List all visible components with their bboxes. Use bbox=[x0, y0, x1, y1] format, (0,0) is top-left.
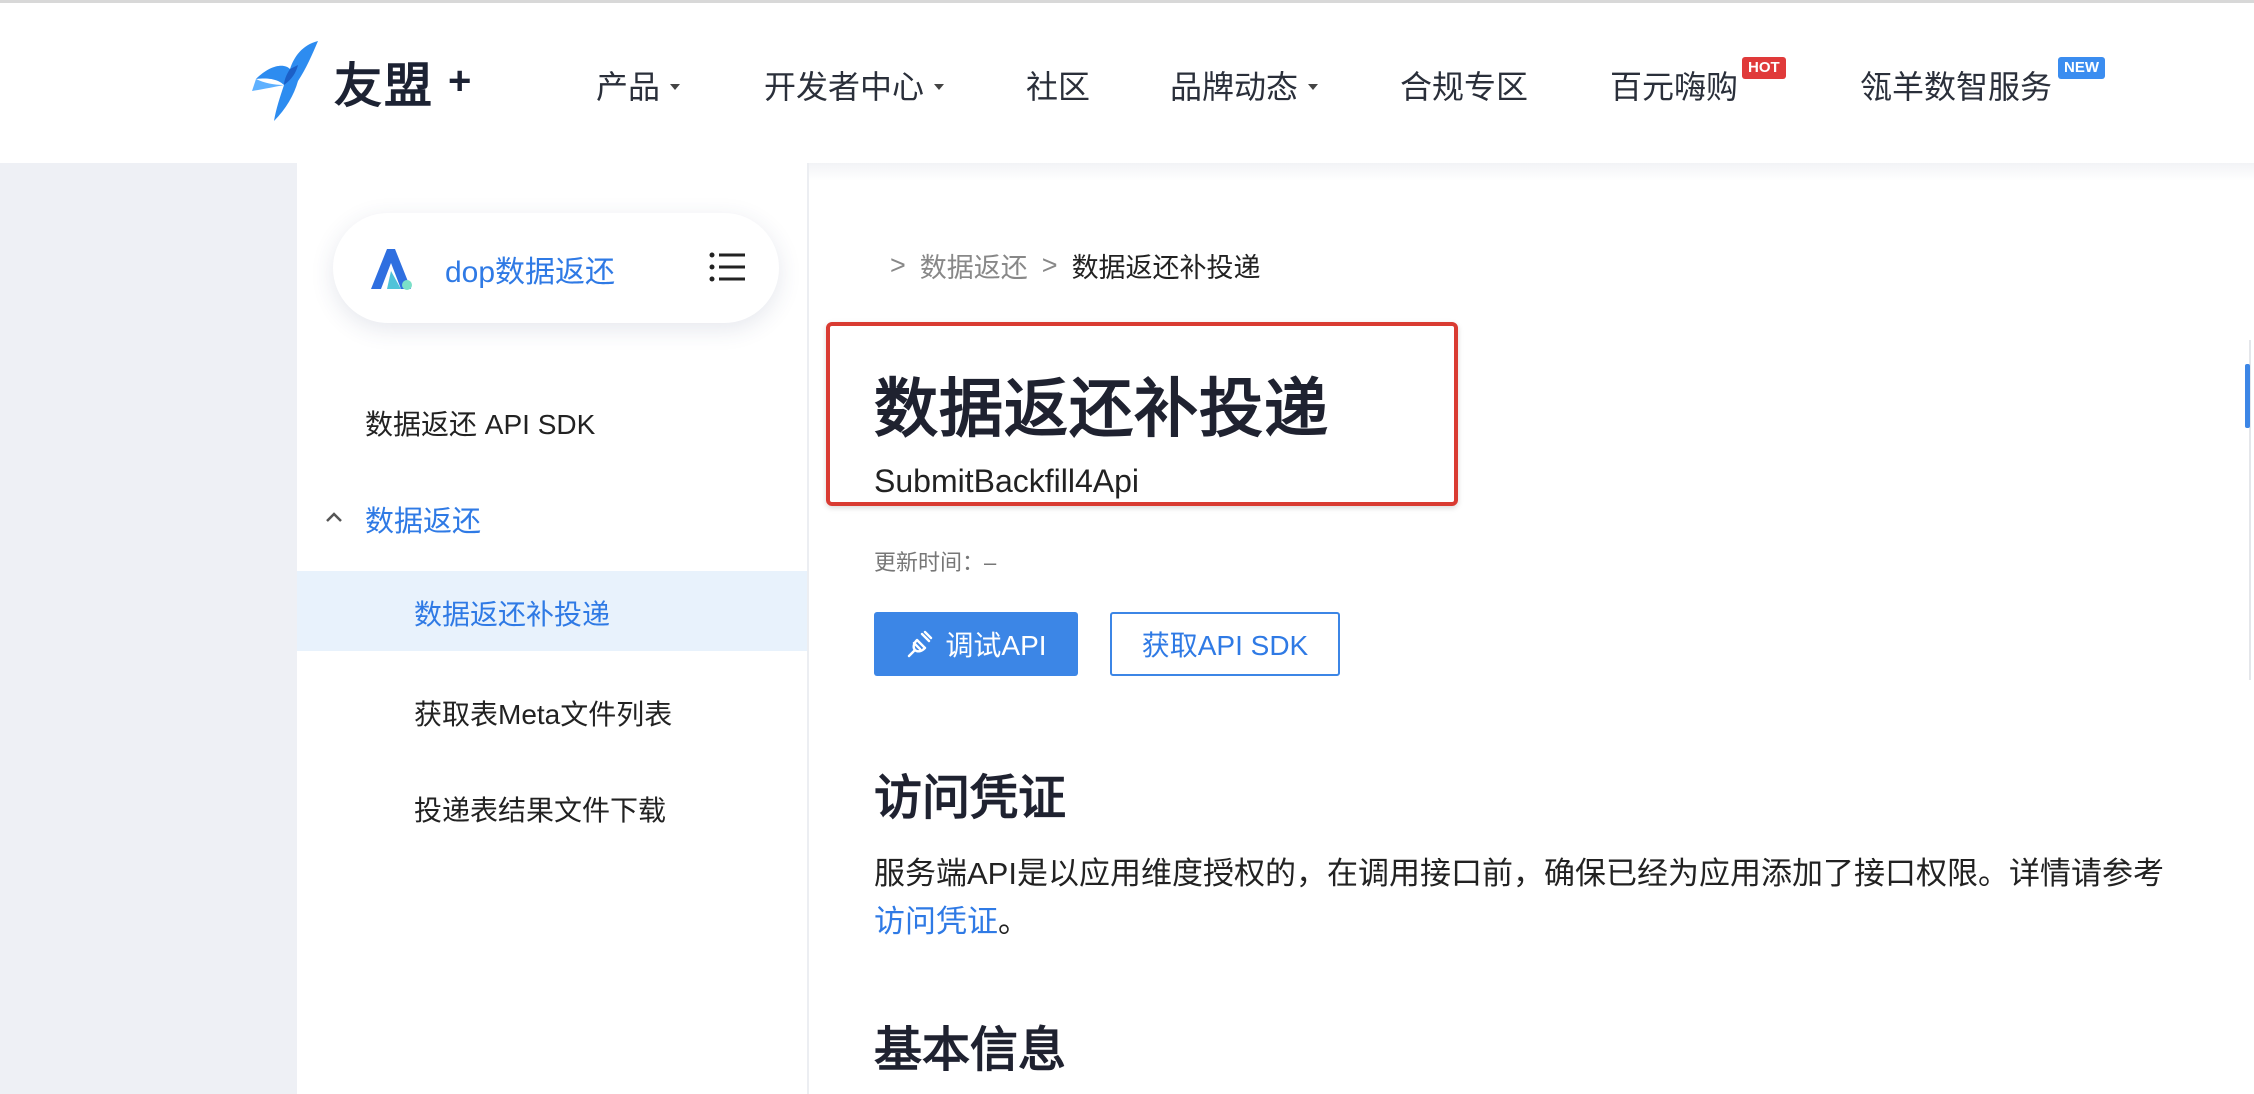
nav-compliance[interactable]: 合规专区 bbox=[1400, 61, 1528, 109]
hot-badge: HOT bbox=[1742, 57, 1786, 79]
logo-plus: + bbox=[448, 58, 472, 103]
nav-products[interactable]: 产品 bbox=[596, 61, 681, 109]
nav-label: 品牌动态 bbox=[1170, 69, 1299, 105]
nav-label: 开发者中心 bbox=[764, 69, 925, 105]
breadcrumb-current: 数据返还补投递 bbox=[1071, 253, 1261, 283]
product-logo-icon bbox=[371, 249, 412, 290]
chevron-up-icon[interactable] bbox=[325, 511, 343, 523]
get-api-sdk-label: 获取API SDK bbox=[1141, 630, 1309, 661]
caret-down-icon bbox=[934, 84, 945, 90]
sidebar-item-result-download[interactable]: 投递表结果文件下载 bbox=[414, 789, 666, 829]
access-text-end: 。 bbox=[998, 904, 1029, 939]
site-header: 友盟 + 产品 开发者中心 社区 品牌动态 合规专区 百元嗨购 HOT 瓴羊数智… bbox=[0, 3, 2254, 163]
toc-scroll-indicator[interactable] bbox=[2245, 364, 2250, 428]
logo-text: 友盟 bbox=[334, 60, 435, 113]
nav-label: 合规专区 bbox=[1400, 69, 1529, 105]
nav-community[interactable]: 社区 bbox=[1026, 61, 1090, 109]
nav-label: 产品 bbox=[596, 69, 661, 105]
access-credential-link[interactable]: 访问凭证 bbox=[874, 904, 998, 939]
nav-label: 百元嗨购 bbox=[1610, 69, 1739, 105]
section-title-access: 访问凭证 bbox=[874, 772, 1067, 825]
caret-down-icon bbox=[1308, 84, 1319, 90]
bird-logo-icon bbox=[252, 41, 318, 121]
new-badge: NEW bbox=[2058, 57, 2105, 79]
update-time: 更新时间：– bbox=[874, 550, 997, 575]
access-description: 服务端API是以应用维度授权的，在调用接口前，确保已经为应用添加了接口权限。详情… bbox=[874, 850, 2194, 946]
debug-api-button[interactable]: 调试API bbox=[874, 612, 1078, 676]
sidebar-group-data-return[interactable]: 数据返还 bbox=[365, 498, 481, 540]
breadcrumb-link[interactable]: 数据返还 bbox=[920, 246, 1028, 285]
plug-icon bbox=[908, 630, 933, 658]
sidebar-item-meta-file-list[interactable]: 获取表Meta文件列表 bbox=[414, 693, 672, 733]
api-name: SubmitBackfill4Api bbox=[874, 463, 1139, 499]
sidebar-item-api-sdk[interactable]: 数据返还 API SDK bbox=[365, 403, 595, 443]
product-selector[interactable]: dop数据返还 bbox=[333, 213, 779, 323]
umeng-logo[interactable]: 友盟 + bbox=[250, 39, 471, 123]
nav-promo[interactable]: 百元嗨购 HOT bbox=[1610, 57, 1786, 109]
debug-api-label: 调试API bbox=[945, 630, 1047, 661]
section-title-basic-info: 基本信息 bbox=[874, 1024, 1067, 1077]
breadcrumb: > 数据返还 > 数据返还补投递 bbox=[890, 246, 1261, 285]
product-name: dop数据返还 bbox=[445, 256, 616, 289]
page-title: 数据返还补投递 bbox=[874, 373, 1329, 445]
sidebar-item-submit-backfill[interactable]: 数据返还补投递 bbox=[297, 571, 807, 651]
get-api-sdk-button[interactable]: 获取API SDK bbox=[1110, 612, 1340, 676]
breadcrumb-separator: > bbox=[890, 250, 906, 280]
nav-label: 社区 bbox=[1026, 69, 1091, 105]
nav-label: 瓴羊数智服务 bbox=[1860, 69, 2053, 105]
page-left-margin bbox=[0, 163, 297, 1094]
nav-brand-news[interactable]: 品牌动态 bbox=[1170, 61, 1319, 109]
access-text: 服务端API是以应用维度授权的，在调用接口前，确保已经为应用添加了接口权限。详情… bbox=[874, 856, 2164, 891]
sidebar-item-label: 数据返还补投递 bbox=[414, 599, 611, 630]
nav-developer-center[interactable]: 开发者中心 bbox=[764, 61, 945, 109]
list-menu-icon[interactable] bbox=[709, 251, 745, 283]
breadcrumb-separator: > bbox=[1041, 250, 1058, 280]
caret-down-icon bbox=[670, 84, 681, 90]
doc-sidebar: dop数据返还 数据返还 API SDK 数据返还 数据返还补投递 获取表Met… bbox=[297, 163, 809, 1094]
nav-lingyang-service[interactable]: 瓴羊数智服务 NEW bbox=[1860, 57, 2105, 109]
